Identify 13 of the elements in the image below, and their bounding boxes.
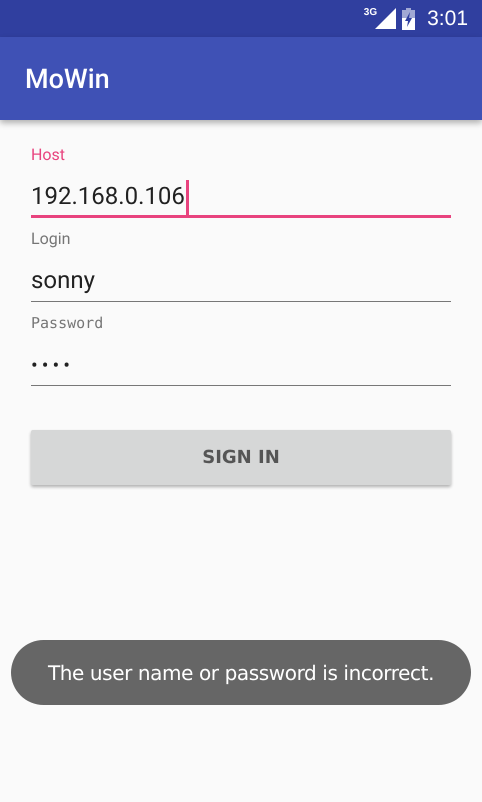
battery-icon xyxy=(402,8,416,30)
input-field[interactable]: 192.168.0.106 xyxy=(31,176,451,218)
field-label: Login xyxy=(31,230,72,248)
clock: 3:01 xyxy=(427,6,468,30)
network-label: 3G xyxy=(364,7,378,18)
signal-icon xyxy=(375,8,396,29)
field-label: Host xyxy=(31,146,66,164)
toast-message: The user name or password is incorrect. xyxy=(11,640,471,705)
input-field[interactable]: sonny xyxy=(31,260,451,302)
sign-in-button[interactable]: SIGN IN xyxy=(31,430,451,485)
field-label: Password xyxy=(31,314,104,332)
password-field[interactable]: •••• xyxy=(31,344,451,386)
app-title: MoWin xyxy=(25,62,110,94)
